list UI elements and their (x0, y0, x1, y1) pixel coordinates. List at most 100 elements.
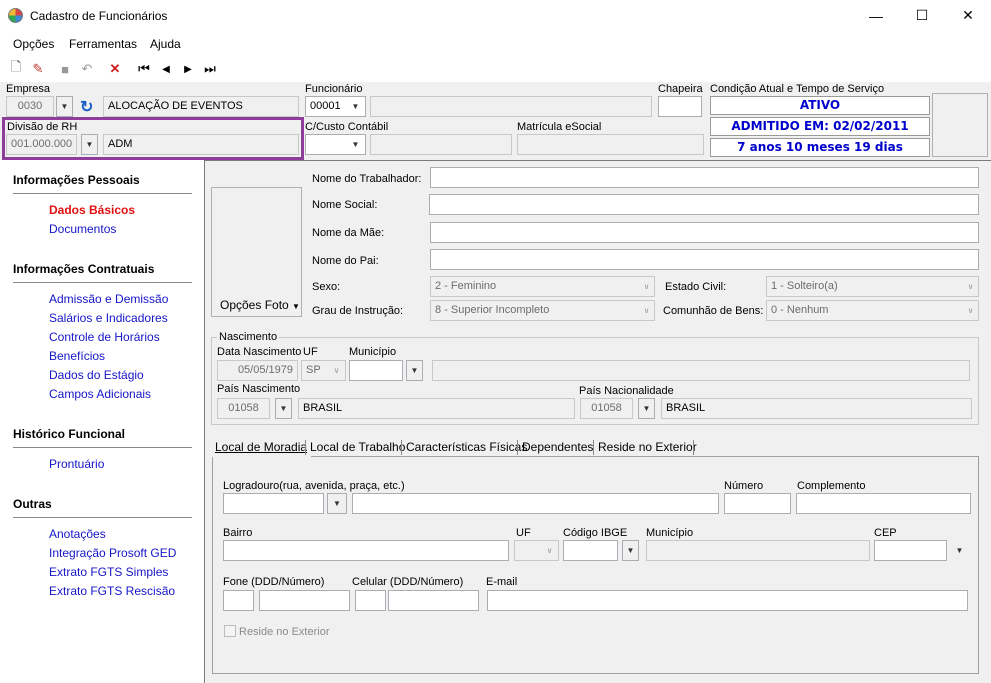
municipio-nascimento-code[interactable] (349, 360, 403, 381)
sidebar-item-documentos[interactable]: Documentos (49, 222, 116, 236)
sidebar-item-controle[interactable]: Controle de Horários (49, 330, 160, 344)
chevron-down-icon: ▼ (292, 302, 300, 311)
maximize-button[interactable]: ☐ (899, 0, 945, 31)
reside-exterior-checkbox[interactable] (224, 625, 236, 637)
nome-pai-field[interactable] (430, 249, 979, 270)
ibge-field[interactable] (563, 540, 618, 561)
opcoes-foto-label: Opções Foto (220, 298, 289, 312)
nome-trabalhador-field[interactable] (430, 167, 979, 188)
sidebar-item-dados-basicos[interactable]: Dados Básicos (49, 203, 135, 217)
menu-ferramentas[interactable]: Ferramentas (69, 37, 137, 51)
sexo-select[interactable]: 2 - Feminino (430, 276, 655, 297)
logradouro-tipo-dropdown[interactable]: ▼ (327, 493, 347, 514)
sidebar-item-integracao[interactable]: Integração Prosoft GED (49, 546, 176, 560)
status-tempo: 7 anos 10 meses 19 dias (710, 138, 930, 157)
sidebar-item-admissao[interactable]: Admissão e Demissão (49, 292, 168, 306)
close-button[interactable]: ✕ (945, 0, 991, 31)
pais-nascimento-dropdown[interactable]: ▼ (275, 398, 292, 419)
menu-opcoes[interactable]: Opções (13, 37, 54, 51)
first-record-icon[interactable]: ⏮ (135, 60, 153, 78)
logradouro-field[interactable] (352, 493, 719, 514)
complemento-field[interactable] (796, 493, 971, 514)
estado-civil-dropdown[interactable]: ∨ (962, 276, 979, 297)
municipio-nascimento-dropdown[interactable]: ▼ (406, 360, 423, 381)
uf-label: UF (516, 527, 531, 539)
sidebar-item-estagio[interactable]: Dados do Estágio (49, 368, 144, 382)
nome-social-field[interactable] (429, 194, 979, 215)
empresa-dropdown[interactable]: ▼ (56, 96, 73, 117)
sidebar-item-extrato-simples[interactable]: Extrato FGTS Simples (49, 565, 168, 579)
undo-icon[interactable]: ↶ (78, 60, 96, 78)
sexo-dropdown[interactable]: ∨ (638, 276, 655, 297)
save-icon[interactable]: ■ (56, 60, 74, 78)
celular-label: Celular (DDD/Número) (352, 576, 464, 588)
municipio-nascimento-label: Município (349, 346, 397, 358)
sidebar-item-extrato-rescisao[interactable]: Extrato FGTS Rescisão (49, 584, 175, 598)
grau-select[interactable]: 8 - Superior Incompleto (430, 300, 655, 321)
tab-local-moradia[interactable]: Local de Moradia (211, 438, 312, 457)
funcionario-dropdown[interactable]: ▼ (347, 96, 364, 117)
photo-thumbnail (932, 93, 988, 157)
uf-nascimento-label: UF (303, 346, 318, 358)
tab-dependentes[interactable]: Dependentes (518, 438, 597, 457)
sidebar (0, 160, 204, 683)
sidebar-divider (13, 447, 192, 448)
pais-nascimento-code[interactable]: 01058 (217, 398, 270, 419)
grau-dropdown[interactable]: ∨ (638, 300, 655, 321)
sidebar-item-beneficios[interactable]: Benefícios (49, 349, 105, 363)
funcionario-label: Funcionário (305, 83, 363, 95)
refresh-icon[interactable]: ↻ (80, 97, 100, 116)
cep-dropdown[interactable]: ▼ (951, 540, 968, 561)
uf-dropdown[interactable]: ∨ (541, 540, 558, 561)
sidebar-item-salarios[interactable]: Salários e Indicadores (49, 311, 168, 325)
email-field[interactable] (487, 590, 968, 611)
fone-numero-field[interactable] (259, 590, 350, 611)
uf-nascimento-dropdown[interactable]: ∨ (328, 360, 345, 381)
reside-exterior-label: Reside no Exterior (239, 626, 330, 638)
edit-icon[interactable]: ✎ (29, 60, 47, 78)
menu-ajuda[interactable]: Ajuda (150, 37, 181, 51)
sidebar-item-campos[interactable]: Campos Adicionais (49, 387, 151, 401)
empresa-code-field[interactable]: 0030 (6, 96, 54, 117)
comunhao-dropdown[interactable]: ∨ (962, 300, 979, 321)
complemento-label: Complemento (797, 480, 866, 492)
tab-local-trabalho[interactable]: Local de Trabalho (306, 438, 409, 457)
divisao-highlight (2, 117, 304, 160)
nome-social-label: Nome Social: (312, 199, 378, 211)
sidebar-item-prontuario[interactable]: Prontuário (49, 457, 104, 471)
matricula-label: Matrícula eSocial (517, 121, 602, 133)
estado-civil-select[interactable]: 1 - Solteiro(a) (766, 276, 979, 297)
municipio-label: Município (646, 527, 694, 539)
fone-ddd-field[interactable] (223, 590, 254, 611)
pais-nacionalidade-code[interactable]: 01058 (580, 398, 633, 419)
chapeira-field[interactable] (658, 96, 702, 117)
tab-caracteristicas[interactable]: Características Físicas (402, 438, 531, 457)
funcionario-name-field (370, 96, 652, 117)
numero-field[interactable] (724, 493, 791, 514)
data-nascimento-field[interactable]: 05/05/1979 (217, 360, 298, 381)
comunhao-label: Comunhão de Bens: (663, 305, 764, 317)
celular-ddd-field[interactable] (355, 590, 386, 611)
sidebar-section-historico: Histórico Funcional (13, 427, 126, 441)
logradouro-tipo-field[interactable] (223, 493, 324, 514)
cep-field[interactable] (874, 540, 947, 561)
bairro-field[interactable] (223, 540, 509, 561)
delete-icon[interactable]: ✕ (106, 60, 124, 78)
sidebar-item-anotacoes[interactable]: Anotações (49, 527, 106, 541)
municipio-field (646, 540, 870, 561)
pais-nacionalidade-dropdown[interactable]: ▼ (638, 398, 655, 419)
next-record-icon[interactable]: ▶ (179, 60, 197, 78)
opcoes-foto-button[interactable]: Opções Foto ▼ (220, 298, 300, 312)
estado-civil-label: Estado Civil: (665, 281, 727, 293)
ibge-dropdown[interactable]: ▼ (622, 540, 639, 561)
celular-numero-field[interactable] (388, 590, 479, 611)
nome-mae-field[interactable] (430, 222, 979, 243)
ibge-label: Código IBGE (563, 527, 628, 539)
prev-record-icon[interactable]: ◀ (157, 60, 175, 78)
new-icon[interactable]: 🗋 (7, 59, 25, 78)
tab-reside-exterior[interactable]: Reside no Exterior (594, 438, 701, 457)
minimize-button[interactable]: — (853, 0, 899, 31)
last-record-icon[interactable]: ⏭ (201, 60, 219, 78)
comunhao-select[interactable]: 0 - Nenhum (766, 300, 979, 321)
ccusto-dropdown[interactable]: ▼ (347, 134, 364, 155)
